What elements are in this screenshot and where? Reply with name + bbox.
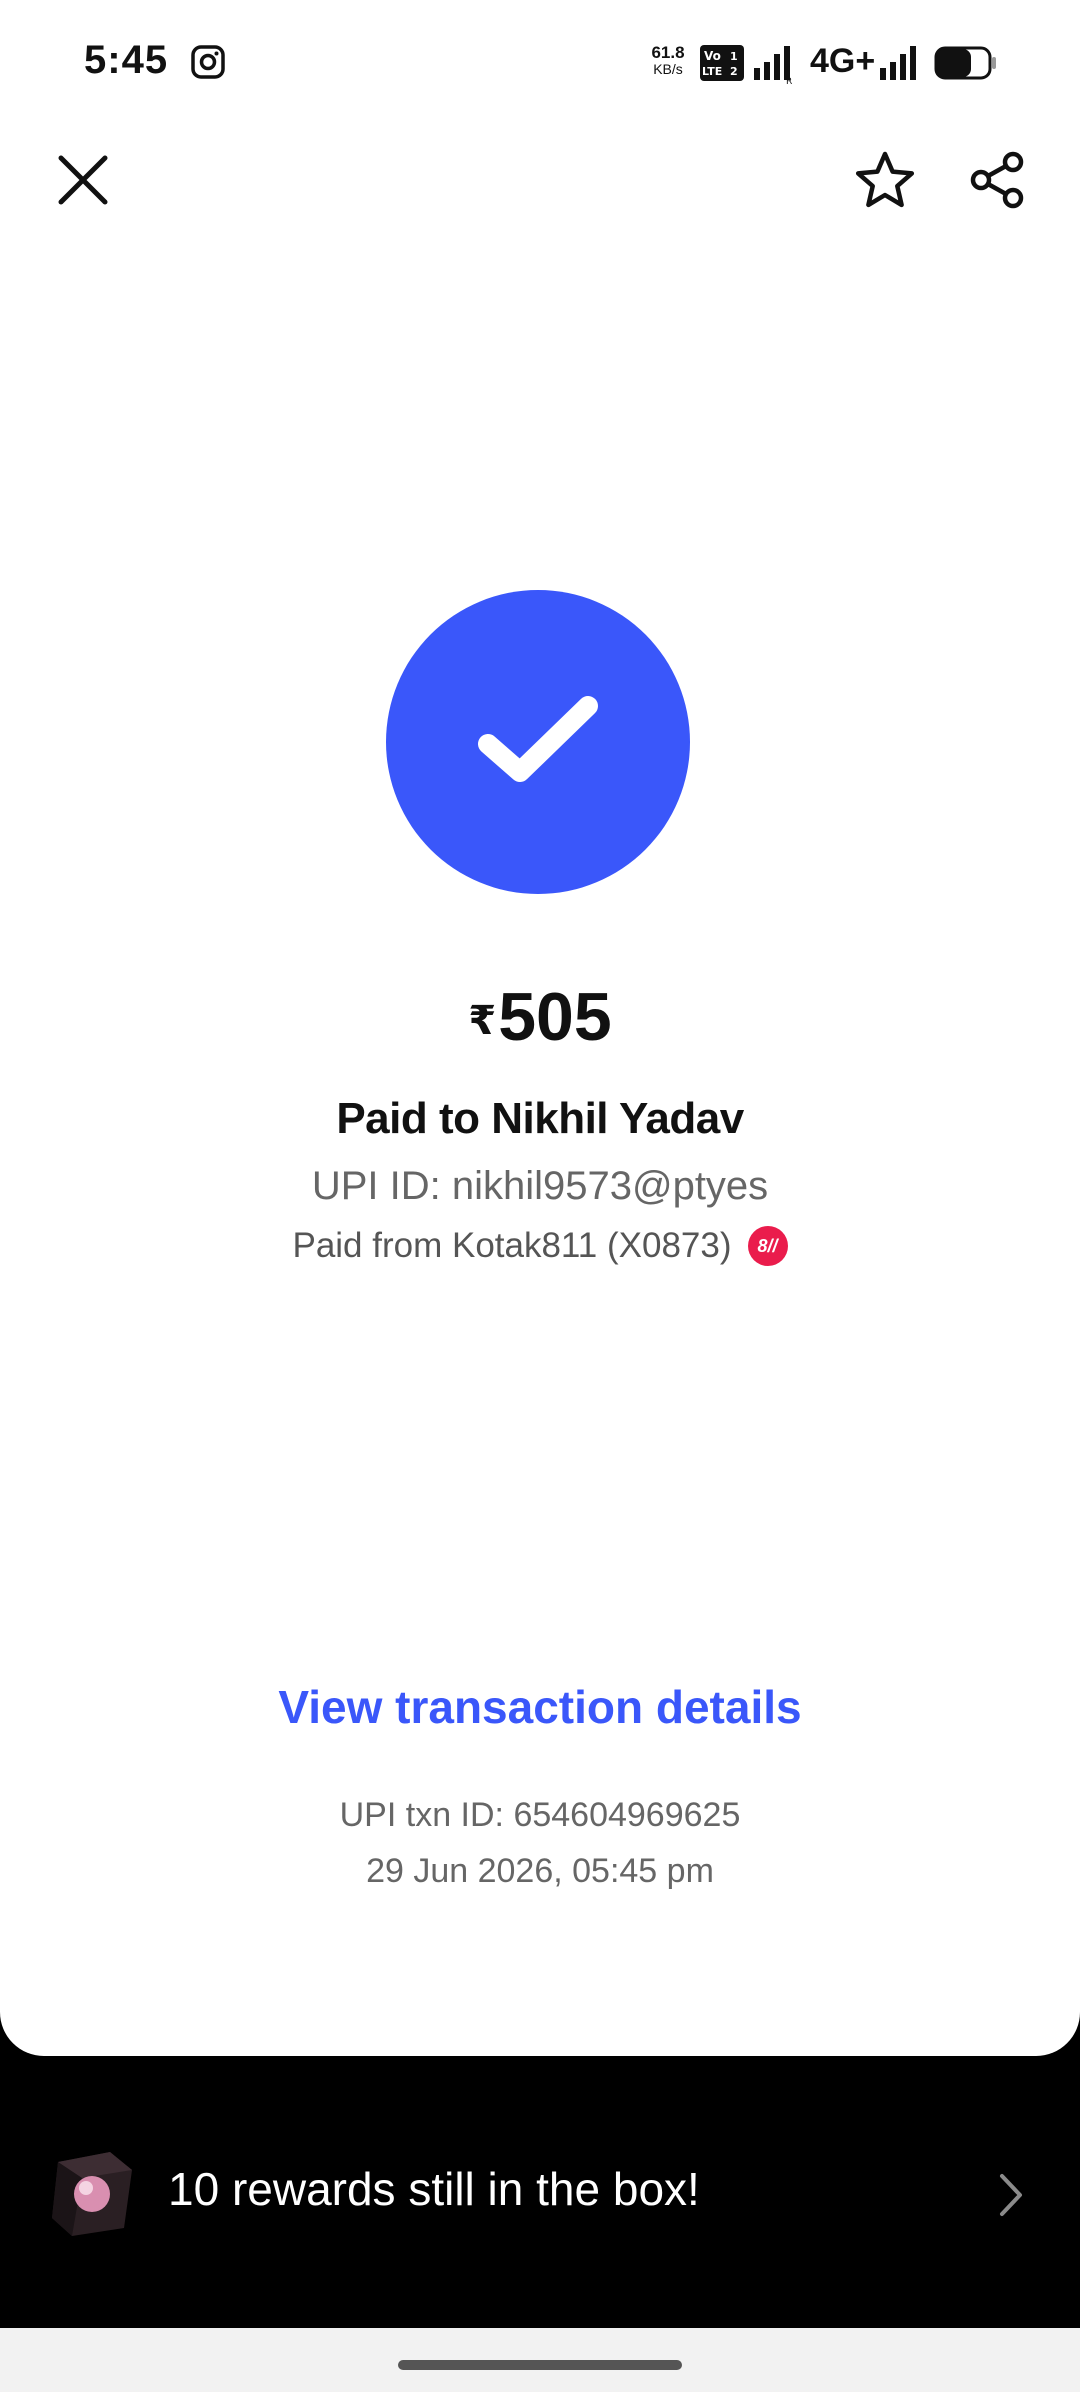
star-icon [855, 151, 915, 208]
rewards-banner[interactable]: 10 rewards still in the box! [0, 2140, 1080, 2250]
network-speed-unit: KB/s [653, 61, 683, 77]
close-icon [58, 155, 108, 205]
gift-box-icon [52, 2152, 132, 2236]
amount-value: 505 [498, 979, 612, 1055]
network-speed: 61.8 KB/s [646, 44, 690, 78]
status-time: 5:45 [84, 38, 169, 82]
svg-text:Vo: Vo [704, 49, 721, 63]
close-button[interactable] [48, 145, 118, 215]
view-transaction-details-link[interactable]: View transaction details [0, 1680, 1080, 1734]
svg-text:2: 2 [730, 65, 738, 78]
status-bar: 5:45 61.8 KB/s Vo LTE 1 2 R 4G+ [0, 0, 1080, 120]
share-icon [970, 151, 1024, 209]
transaction-date: 29 Jun 2026, 05:45 pm [366, 1852, 714, 1890]
payee-upi-id: UPI ID: nikhil9573@ptyes [311, 1164, 769, 1208]
payment-amount: ₹505 [0, 978, 1080, 1056]
home-indicator[interactable] [398, 2360, 682, 2370]
rewards-label: 10 rewards still in the box! [168, 2163, 700, 2215]
paid-from-account: Paid from Kotak811 (X0873) 8// [0, 1226, 1080, 1266]
payee-name: Paid to Nikhil Yadav [336, 1094, 744, 1143]
bank-logo-icon: 8// [747, 1226, 788, 1266]
favorite-button[interactable] [850, 145, 920, 215]
svg-text:1: 1 [730, 50, 738, 63]
currency-symbol: ₹ [468, 999, 497, 1043]
signal-icon [880, 46, 916, 80]
chevron-right-icon [1000, 2174, 1022, 2216]
network-speed-value: 61.8 [651, 43, 685, 62]
share-button[interactable] [962, 145, 1032, 215]
success-badge [386, 590, 690, 894]
upi-transaction-id: UPI txn ID: 654604969625 [339, 1796, 741, 1834]
battery-icon [934, 46, 996, 80]
network-type: 4G+ [810, 42, 876, 80]
volte-icon: Vo LTE 1 2 [700, 45, 744, 81]
signal-icon: R [754, 46, 792, 84]
instagram-icon [191, 45, 225, 79]
paid-from-label: Paid from Kotak811 (X0873) [292, 1226, 732, 1265]
svg-text:LTE: LTE [702, 65, 722, 78]
check-icon [478, 696, 598, 782]
svg-text:R: R [786, 77, 792, 84]
